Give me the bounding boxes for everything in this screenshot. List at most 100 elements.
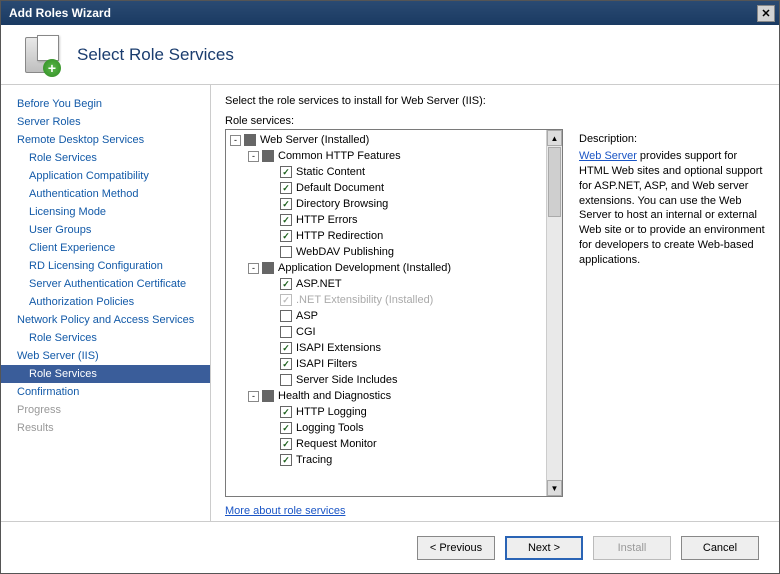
tree-row[interactable]: CGI — [226, 324, 562, 340]
sidebar-step[interactable]: Server Roles — [1, 113, 210, 131]
checkbox[interactable] — [280, 454, 292, 466]
cancel-button[interactable]: Cancel — [681, 536, 759, 560]
checkbox[interactable] — [262, 262, 274, 274]
sidebar-step[interactable]: Remote Desktop Services — [1, 131, 210, 149]
tree-item-label: Logging Tools — [296, 422, 364, 434]
tree-item-label: ASP.NET — [296, 278, 342, 290]
tree-row[interactable]: Request Monitor — [226, 436, 562, 452]
sidebar-step[interactable]: Role Services — [1, 365, 210, 383]
close-icon[interactable]: ✕ — [757, 5, 775, 22]
sidebar-step[interactable]: Client Experience — [1, 239, 210, 257]
tree-item-label: CGI — [296, 326, 316, 338]
checkbox — [280, 294, 292, 306]
sidebar-step[interactable]: Authentication Method — [1, 185, 210, 203]
checkbox[interactable] — [280, 374, 292, 386]
checkbox[interactable] — [280, 326, 292, 338]
checkbox[interactable] — [280, 214, 292, 226]
collapse-toggle-icon[interactable]: - — [248, 151, 259, 162]
collapse-toggle-icon[interactable]: - — [248, 391, 259, 402]
checkbox[interactable] — [280, 342, 292, 354]
tree-item-label: ISAPI Extensions — [296, 342, 381, 354]
tree-item-label: ISAPI Filters — [296, 358, 357, 370]
role-services-label: Role services: — [225, 115, 563, 127]
sidebar-step[interactable]: RD Licensing Configuration — [1, 257, 210, 275]
sidebar-step[interactable]: Authorization Policies — [1, 293, 210, 311]
tree-row[interactable]: HTTP Redirection — [226, 228, 562, 244]
tree-row[interactable]: ASP — [226, 308, 562, 324]
tree-row[interactable]: HTTP Errors — [226, 212, 562, 228]
role-services-tree[interactable]: -Web Server (Installed)-Common HTTP Feat… — [225, 129, 563, 497]
checkbox[interactable] — [280, 422, 292, 434]
tree-row[interactable]: Server Side Includes — [226, 372, 562, 388]
checkbox[interactable] — [280, 166, 292, 178]
collapse-toggle-icon[interactable]: - — [248, 263, 259, 274]
checkbox[interactable] — [262, 390, 274, 402]
tree-row[interactable]: HTTP Logging — [226, 404, 562, 420]
tree-row[interactable]: Logging Tools — [226, 420, 562, 436]
titlebar: Add Roles Wizard ✕ — [1, 1, 779, 25]
tree-item-label: Request Monitor — [296, 438, 377, 450]
tree-item-label: HTTP Redirection — [296, 230, 383, 242]
checkbox[interactable] — [244, 134, 256, 146]
sidebar-step[interactable]: Server Authentication Certificate — [1, 275, 210, 293]
tree-item-label: Web Server (Installed) — [260, 134, 369, 146]
tree-row[interactable]: .NET Extensibility (Installed) — [226, 292, 562, 308]
sidebar-step[interactable]: Licensing Mode — [1, 203, 210, 221]
tree-row[interactable]: ISAPI Extensions — [226, 340, 562, 356]
description-heading: Description: — [579, 133, 765, 145]
tree-row[interactable]: - Common HTTP Features — [226, 148, 562, 164]
tree-row[interactable]: ISAPI Filters — [226, 356, 562, 372]
checkbox[interactable] — [280, 182, 292, 194]
tree-row[interactable]: WebDAV Publishing — [226, 244, 562, 260]
tree-item-label: Health and Diagnostics — [278, 390, 391, 402]
checkbox[interactable] — [280, 438, 292, 450]
description-link[interactable]: Web Server — [579, 150, 637, 162]
tree-row[interactable]: - Health and Diagnostics — [226, 388, 562, 404]
sidebar-step[interactable]: Confirmation — [1, 383, 210, 401]
wizard-steps-sidebar: Before You BeginServer RolesRemote Deskt… — [1, 85, 211, 521]
checkbox[interactable] — [280, 278, 292, 290]
scroll-thumb[interactable] — [548, 147, 561, 217]
tree-item-label: ASP — [296, 310, 318, 322]
tree-row[interactable]: ASP.NET — [226, 276, 562, 292]
tree-item-label: Tracing — [296, 454, 332, 466]
checkbox[interactable] — [280, 230, 292, 242]
sidebar-step[interactable]: Before You Begin — [1, 95, 210, 113]
sidebar-step[interactable]: Network Policy and Access Services — [1, 311, 210, 329]
sidebar-step[interactable]: User Groups — [1, 221, 210, 239]
sidebar-step: Results — [1, 419, 210, 437]
wizard-icon: + — [23, 35, 63, 75]
sidebar-step[interactable]: Application Compatibility — [1, 167, 210, 185]
description-text: Web Server provides support for HTML Web… — [579, 149, 765, 268]
tree-row[interactable]: Tracing — [226, 452, 562, 468]
tree-item-label: Common HTTP Features — [278, 150, 401, 162]
scroll-down-button[interactable]: ▼ — [547, 480, 562, 496]
tree-item-label: Application Development (Installed) — [278, 262, 451, 274]
checkbox[interactable] — [280, 358, 292, 370]
tree-item-label: HTTP Errors — [296, 214, 358, 226]
tree-item-label: Server Side Includes — [296, 374, 398, 386]
wizard-header: + Select Role Services — [1, 25, 779, 85]
sidebar-step[interactable]: Role Services — [1, 329, 210, 347]
checkbox[interactable] — [280, 246, 292, 258]
tree-row[interactable]: Static Content — [226, 164, 562, 180]
scroll-up-button[interactable]: ▲ — [547, 130, 562, 146]
checkbox[interactable] — [280, 406, 292, 418]
scrollbar[interactable]: ▲ ▼ — [546, 130, 562, 496]
sidebar-step: Progress — [1, 401, 210, 419]
tree-row[interactable]: Default Document — [226, 180, 562, 196]
tree-row[interactable]: Directory Browsing — [226, 196, 562, 212]
tree-row[interactable]: - Application Development (Installed) — [226, 260, 562, 276]
wizard-footer: < Previous Next > Install Cancel — [1, 521, 779, 573]
next-button[interactable]: Next > — [505, 536, 583, 560]
sidebar-step[interactable]: Web Server (IIS) — [1, 347, 210, 365]
tree-item-label: Static Content — [296, 166, 365, 178]
more-about-link[interactable]: More about role services — [225, 505, 563, 517]
checkbox[interactable] — [280, 198, 292, 210]
collapse-toggle-icon[interactable]: - — [230, 135, 241, 146]
sidebar-step[interactable]: Role Services — [1, 149, 210, 167]
checkbox[interactable] — [262, 150, 274, 162]
tree-row[interactable]: - Web Server (Installed) — [226, 132, 562, 148]
previous-button[interactable]: < Previous — [417, 536, 495, 560]
checkbox[interactable] — [280, 310, 292, 322]
